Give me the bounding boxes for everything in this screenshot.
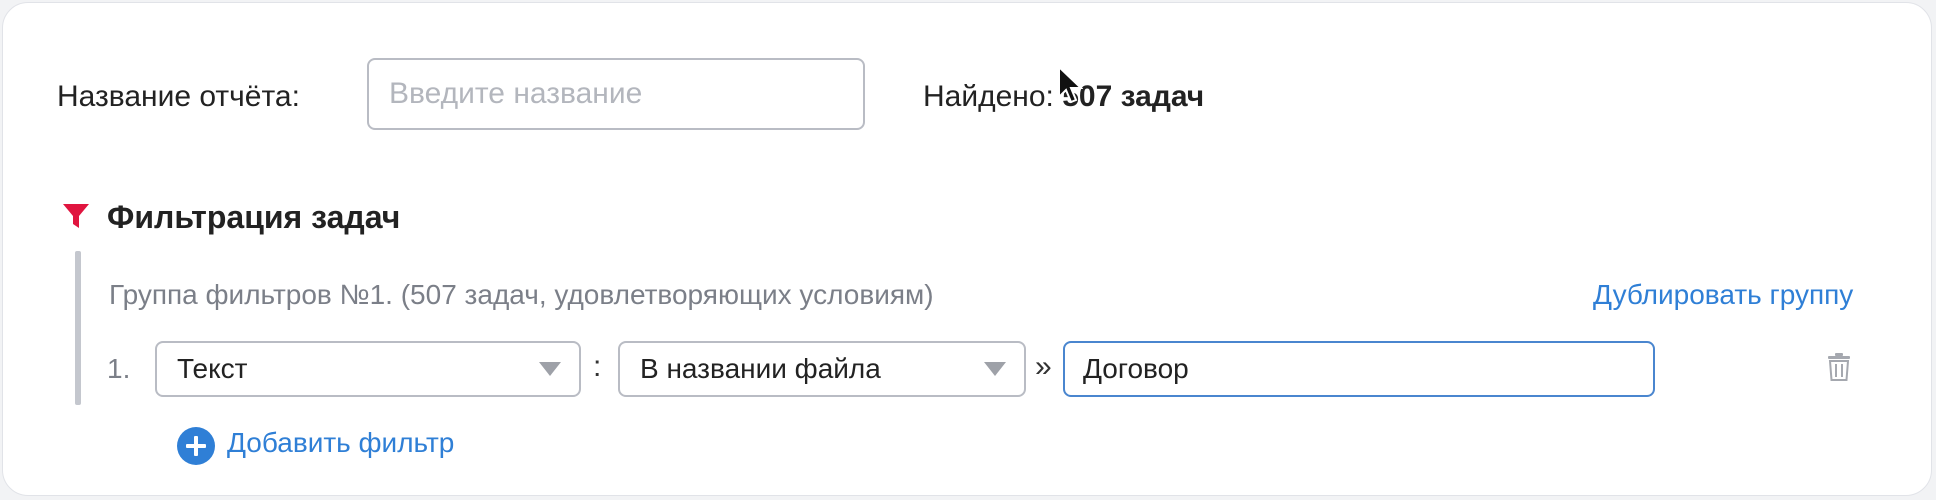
- caret-down-icon: [539, 362, 561, 376]
- mouse-pointer-icon: [1058, 65, 1083, 104]
- duplicate-group-link[interactable]: Дублировать группу: [1593, 275, 1853, 315]
- filter-group-bar: [75, 251, 81, 405]
- filter-type-value: Текст: [177, 353, 248, 384]
- add-filter-link[interactable]: Добавить фильтр: [227, 423, 454, 463]
- report-name-input[interactable]: [367, 58, 865, 130]
- report-name-label: Название отчёта:: [57, 80, 300, 113]
- filter-row-number: 1.: [107, 353, 131, 384]
- plus-circle-icon[interactable]: [177, 427, 215, 465]
- filter-arrow: »: [1035, 350, 1052, 383]
- filter-field-select[interactable]: В названии файла: [618, 341, 1026, 397]
- filter-separator: :: [593, 350, 602, 383]
- caret-down-icon: [984, 362, 1006, 376]
- filter-value-input[interactable]: [1063, 341, 1655, 397]
- found-count: 507 задач: [1062, 80, 1205, 113]
- trash-icon[interactable]: [1827, 353, 1851, 381]
- report-card: Название отчёта: Найдено: 507 задач Филь…: [2, 2, 1932, 496]
- filter-group-title: Группа фильтров №1. (507 задач, удовлетв…: [109, 279, 934, 310]
- filter-field-value: В названии файла: [640, 353, 881, 384]
- filter-type-select[interactable]: Текст: [155, 341, 581, 397]
- filtering-title: Фильтрация задач: [107, 199, 401, 235]
- found-prefix: Найдено:: [923, 80, 1054, 113]
- funnel-icon: [63, 204, 89, 228]
